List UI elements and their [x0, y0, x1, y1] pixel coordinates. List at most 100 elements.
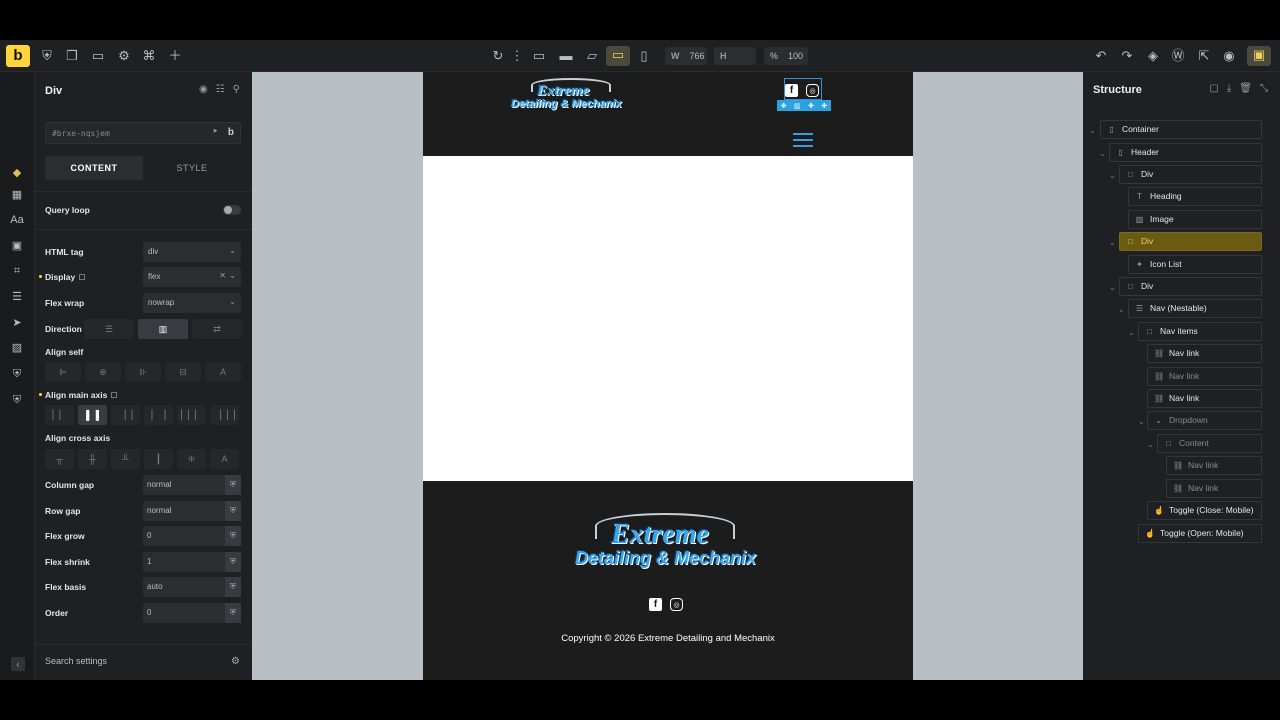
align-end-icon[interactable]: ⊪ — [125, 362, 161, 382]
items-start-icon[interactable]: ╥ — [45, 449, 74, 469]
width-field[interactable]: W 766 — [665, 47, 707, 65]
more-icon[interactable]: ⋮ — [508, 47, 526, 65]
instagram-icon[interactable]: ◎ — [806, 84, 819, 97]
row-gap-input[interactable]: normal ⛨ — [143, 501, 241, 521]
download-icon[interactable]: ⤓ — [1227, 83, 1231, 94]
save-icon[interactable]: ▣ — [1247, 46, 1271, 66]
chevron-down-icon[interactable]: ⌄ — [1089, 126, 1096, 135]
eye-icon[interactable]: ◉ — [1220, 47, 1238, 65]
chevron-down-icon[interactable]: ⌄ — [1109, 171, 1116, 180]
chevron-down-icon[interactable]: ⌄ — [1147, 440, 1154, 449]
variable-icon[interactable]: ⛨ — [225, 501, 241, 521]
zoom-field[interactable]: % 100 — [764, 47, 808, 65]
direction-reverse-icon[interactable]: ⇄ — [192, 319, 242, 339]
order-input[interactable]: 0 ⛨ — [143, 603, 241, 623]
site-header[interactable]: Extreme Detailing & Mechanix f ◎ ✥ ▥ ✚ ✚ — [423, 72, 913, 156]
eye-icon[interactable]: ◉ — [199, 84, 208, 95]
tablet-portrait-icon[interactable]: ▭ — [606, 46, 630, 66]
variable-icon[interactable]: ⛨ — [225, 526, 241, 546]
justify-around-icon[interactable]: ▏▏▏ — [177, 405, 206, 425]
pointer-icon[interactable]: ➤ — [9, 315, 25, 331]
variable-icon[interactable]: ⛨ — [225, 475, 241, 495]
flex-grow-input[interactable]: 0 ⛨ — [143, 526, 241, 546]
gear-icon[interactable]: ⚙ — [231, 656, 240, 667]
align-start-icon[interactable]: ⊫ — [45, 362, 81, 382]
chevron-down-icon[interactable]: ⌄ — [1099, 149, 1106, 158]
mobile-icon[interactable]: ▯ — [635, 47, 653, 65]
column-gap-input[interactable]: normal ⛨ — [143, 475, 241, 495]
collapse-icon[interactable]: ⤡ — [1260, 83, 1268, 94]
chevron-down-icon[interactable]: ⌄ — [1128, 328, 1135, 337]
shield-alt-icon[interactable]: ⛨ — [9, 392, 25, 408]
items-end-icon[interactable]: ╨ — [111, 449, 140, 469]
clear-icon[interactable]: ✕ — [219, 271, 226, 280]
flex-basis-input[interactable]: auto ⛨ — [143, 577, 241, 597]
laptop-icon[interactable]: ▬ — [557, 47, 575, 65]
tree-node[interactable]: ⛓ Nav link — [1147, 389, 1262, 408]
tree-node[interactable]: ⛓ Nav link — [1147, 367, 1262, 386]
trash-icon[interactable]: 🗑 — [1239, 83, 1252, 94]
add-after-icon[interactable]: ✚ — [821, 102, 827, 110]
tree-node[interactable]: ☝ Toggle (Close: Mobile) — [1147, 501, 1262, 520]
image-icon[interactable]: ▨ — [9, 340, 25, 356]
facebook-icon[interactable]: f — [649, 598, 662, 611]
justify-end-icon[interactable]: ▕▕ — [111, 405, 140, 425]
pages-icon[interactable]: ❐ — [63, 47, 81, 65]
justify-between-icon[interactable]: ▏▕ — [144, 405, 173, 425]
footer-logo[interactable]: Extreme Detailing & Mechanix — [575, 521, 756, 568]
items-baseline-icon[interactable]: A — [210, 449, 239, 469]
pin-icon[interactable]: ⚲ — [233, 84, 240, 95]
tree-node[interactable]: ⛓ Nav link — [1147, 344, 1262, 363]
bricks-logo[interactable]: b — [6, 45, 30, 67]
align-stretch-icon[interactable]: ⊟ — [165, 362, 201, 382]
header-logo[interactable]: Extreme Detailing & Mechanix — [511, 84, 622, 110]
shield-icon[interactable]: ⛨ — [38, 47, 56, 65]
crop-icon[interactable]: ⌗ — [9, 263, 25, 279]
align-baseline-icon[interactable]: A — [205, 362, 241, 382]
chevron-down-icon[interactable]: ⌄ — [1138, 417, 1145, 426]
display-select[interactable]: flex ✕ ⌄ — [143, 267, 241, 287]
undo-icon[interactable]: ↶ — [1092, 47, 1110, 65]
external-link-icon[interactable]: ⇱ — [1195, 47, 1213, 65]
chevron-down-icon[interactable]: ⌄ — [1118, 305, 1125, 314]
tree-node[interactable]: □ Div — [1119, 165, 1262, 184]
command-icon[interactable]: ⌘ — [140, 47, 158, 65]
tree-node[interactable]: ▯ Container — [1100, 120, 1262, 139]
chevron-down-icon[interactable]: ⌄ — [1109, 238, 1116, 247]
tab-content[interactable]: CONTENT — [45, 156, 143, 180]
database-icon[interactable]: ☷ — [216, 84, 225, 95]
chevron-down-icon[interactable]: ⌄ — [1109, 283, 1116, 292]
folder-icon[interactable]: ▭ — [89, 47, 107, 65]
desktop-icon[interactable]: ▭ — [530, 47, 548, 65]
instagram-icon[interactable]: ◎ — [670, 598, 683, 611]
query-loop-toggle[interactable] — [223, 205, 241, 215]
content-icon[interactable]: ◆ — [9, 165, 25, 181]
gear-icon[interactable]: ⚙ — [115, 47, 133, 65]
direction-column-icon[interactable]: ▥ — [138, 319, 188, 339]
tab-style[interactable]: STYLE — [143, 156, 241, 180]
flex-wrap-select[interactable]: nowrap ⌄ — [143, 293, 241, 313]
tree-node[interactable]: ⛓ Nav link — [1166, 456, 1262, 475]
variable-icon[interactable]: ⛨ — [225, 552, 241, 572]
facebook-icon[interactable]: f — [785, 84, 798, 97]
clipboard-icon[interactable]: ▢ — [1209, 83, 1218, 94]
tree-node[interactable]: □ Content — [1157, 434, 1262, 453]
tree-node[interactable]: ▯ Header — [1109, 143, 1262, 162]
flex-shrink-input[interactable]: 1 ⛨ — [143, 552, 241, 572]
list-icon[interactable]: ☰ — [9, 289, 25, 305]
justify-center-icon[interactable]: ▌▐ — [78, 405, 107, 425]
tree-node[interactable]: T Heading — [1128, 187, 1262, 206]
refresh-icon[interactable]: ↻ — [489, 47, 507, 65]
plus-icon[interactable]: ＋ — [166, 47, 184, 65]
move-icon[interactable]: ✥ — [781, 102, 787, 110]
tablet-landscape-icon[interactable]: ▱ — [583, 47, 601, 65]
justify-start-icon[interactable]: ▏▏ — [45, 405, 74, 425]
cursor-icon[interactable]: ➤ — [213, 127, 218, 137]
redo-icon[interactable]: ↷ — [1118, 47, 1136, 65]
tree-node-selected[interactable]: □ Div — [1119, 232, 1262, 251]
chevron-left-icon[interactable]: ‹ — [11, 657, 25, 671]
tree-node[interactable]: □ Nav items — [1138, 322, 1262, 341]
align-center-icon[interactable]: ⊕ — [85, 362, 121, 382]
tree-node[interactable]: ▨ Image — [1128, 210, 1262, 229]
element-id-field[interactable]: #brxe-nqsjem ➤ b — [45, 122, 241, 144]
